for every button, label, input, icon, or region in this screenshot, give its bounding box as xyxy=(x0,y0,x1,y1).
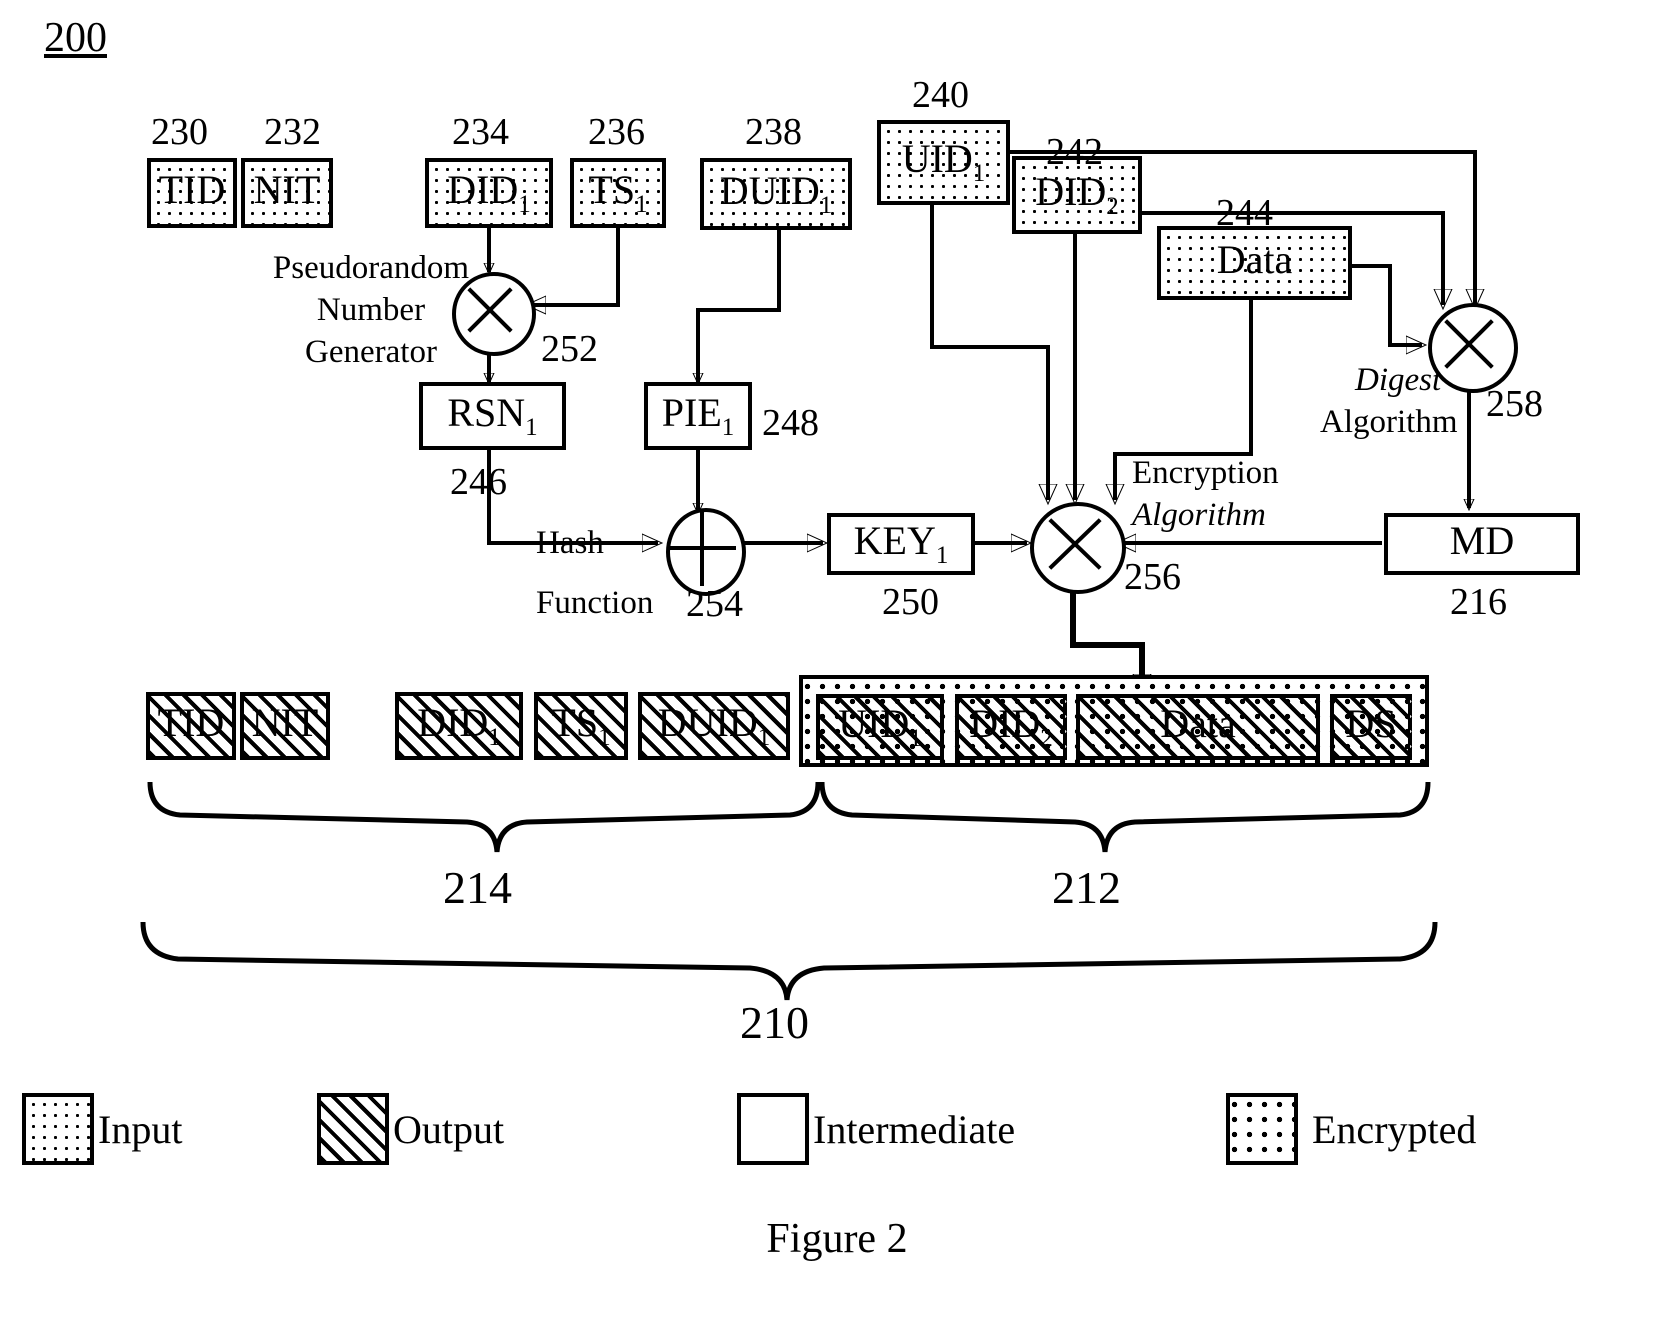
operator-encryption xyxy=(1030,502,1126,594)
prng-label-line2: Number xyxy=(316,292,426,328)
legend-item-encrypted: Encrypted xyxy=(1226,1093,1476,1165)
ref-254: 254 xyxy=(686,583,743,625)
hash-label-line1: Hash xyxy=(536,525,604,561)
ref-230: 230 xyxy=(151,111,208,153)
ref-256: 256 xyxy=(1124,556,1181,598)
packet-field-did2: DID2 xyxy=(955,694,1067,760)
operator-digest xyxy=(1428,303,1518,393)
figure-caption: Figure 2 xyxy=(766,1216,908,1262)
input-box-nit: NIT xyxy=(241,158,333,228)
ref-234: 234 xyxy=(452,111,509,153)
ref-212: 212 xyxy=(1052,862,1121,913)
intermediate-box-rsn1: RSN1 xyxy=(419,382,566,450)
packet-field-tid: TID xyxy=(146,692,236,760)
ref-244: 244 xyxy=(1216,192,1273,234)
intermediate-box-pie1: PIE1 xyxy=(644,382,752,450)
ref-214: 214 xyxy=(443,862,512,913)
input-box-duid1: DUID1 xyxy=(700,158,852,230)
legend-swatch-output xyxy=(317,1093,389,1165)
ref-238: 238 xyxy=(745,111,802,153)
packet-field-duid1: DUID1 xyxy=(638,692,790,760)
packet-field-did1: DID1 xyxy=(395,692,523,760)
ref-248: 248 xyxy=(762,402,819,444)
legend-swatch-encrypted xyxy=(1226,1093,1298,1165)
ref-210: 210 xyxy=(740,997,809,1048)
figure-number: 200 xyxy=(44,15,107,61)
ref-236: 236 xyxy=(588,111,645,153)
legend-label-input: Input xyxy=(98,1106,183,1152)
packet-field-ts1: TS1 xyxy=(534,692,628,760)
input-box-did2: DID2 xyxy=(1012,156,1142,234)
input-box-data: Data xyxy=(1157,226,1352,300)
intermediate-box-md: MD xyxy=(1384,513,1580,575)
ref-216: 216 xyxy=(1450,581,1507,623)
digest-label-line1: Digest xyxy=(1355,362,1442,398)
ref-258: 258 xyxy=(1486,383,1543,425)
encryption-label-line2: Algorithm xyxy=(1132,497,1266,533)
legend-swatch-input xyxy=(22,1093,94,1165)
packet-field-data: Data xyxy=(1076,694,1320,760)
ref-240: 240 xyxy=(912,74,969,116)
ref-252: 252 xyxy=(541,328,598,370)
input-box-did1: DID1 xyxy=(425,158,553,228)
input-box-tid: TID xyxy=(147,158,237,228)
input-box-ts1: TS1 xyxy=(570,158,666,228)
legend-label-output: Output xyxy=(393,1106,505,1152)
prng-label-line1: Pseudorandom xyxy=(272,250,470,286)
legend-item-input: Input xyxy=(22,1093,182,1165)
legend-item-intermediate: Intermediate xyxy=(737,1093,1015,1165)
prng-label-line3: Generator xyxy=(305,334,437,370)
ref-232: 232 xyxy=(264,111,321,153)
input-box-uid1: UID1 xyxy=(877,120,1010,205)
intermediate-box-key1: KEY1 xyxy=(827,513,975,575)
legend-item-output: Output xyxy=(317,1093,504,1165)
hash-label-line2: Function xyxy=(536,585,654,621)
digest-label-line2: Algorithm xyxy=(1320,404,1458,440)
packet-field-uid1: UID1 xyxy=(816,694,944,760)
encryption-label-line1: Encryption xyxy=(1132,455,1279,491)
packet-field-ds: DS xyxy=(1330,694,1412,760)
legend-swatch-intermediate xyxy=(737,1093,809,1165)
packet-field-nit: NIT xyxy=(240,692,330,760)
legend-label-encrypted: Encrypted xyxy=(1312,1106,1477,1152)
legend-label-intermediate: Intermediate xyxy=(813,1106,1016,1152)
ref-246: 246 xyxy=(450,461,507,503)
figure-canvas: 200 TID 230 NIT 232 DID1 234 TS1 236 DUI… xyxy=(0,0,1674,1339)
ref-250: 250 xyxy=(882,581,939,623)
